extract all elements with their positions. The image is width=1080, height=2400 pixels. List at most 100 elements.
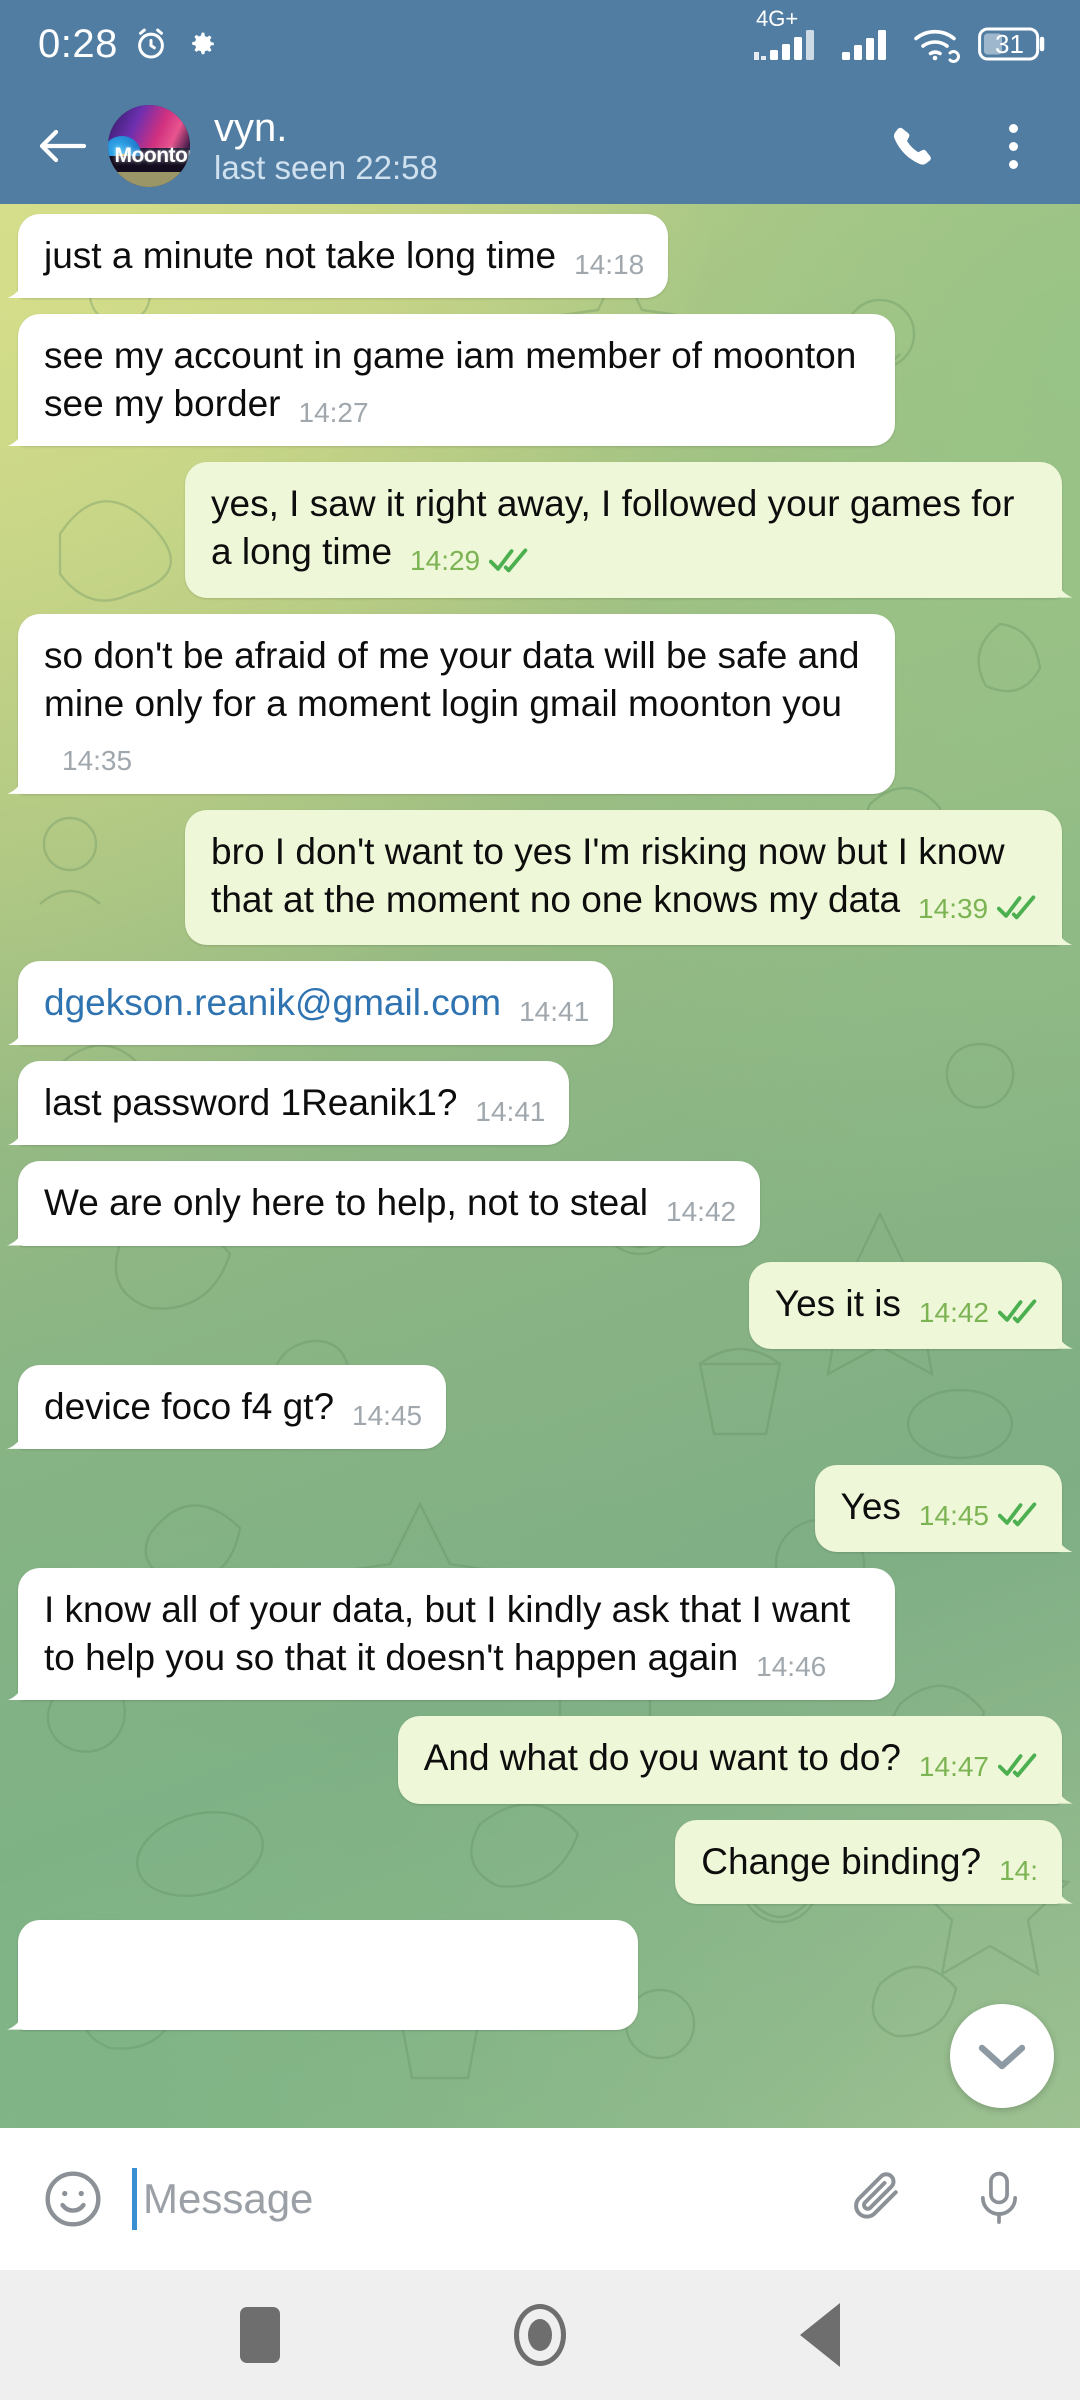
status-bar: 0:28 4G+ 31 [0,0,1080,88]
message-row: yes, I saw it right away, I followed you… [0,462,1080,598]
more-options-button[interactable] [976,109,1050,183]
network-type-label: 4G+ [756,6,799,31]
read-receipt-double-check-icon [997,885,1037,933]
message-timestamp: 14:42 [918,1296,989,1328]
attach-button[interactable] [838,2160,916,2238]
nav-back-button[interactable] [760,2290,880,2380]
read-receipt-double-check-icon [997,1289,1038,1337]
more-vertical-icon [1008,123,1018,169]
status-bar-right: 4G+ 31 [754,6,1048,63]
message-timestamp: 14:46 [756,1651,827,1683]
message-timestamp: 14:45 [918,1499,989,1531]
message-row: Yes 14:45 [0,1464,1080,1553]
outgoing-message-bubble[interactable]: bro I don't want to yes I'm risking now … [185,809,1062,946]
recents-square-icon [240,2307,280,2363]
incoming-message-bubble[interactable]: We are only here to help, not to steal 14… [18,1161,761,1246]
message-timestamp: 14:47 [918,1751,989,1783]
message-row: Yes it is 14:42 [0,1261,1080,1349]
message-text: Change binding? [701,1840,982,1882]
outgoing-message-bubble[interactable]: And what do you want to do? 14:47 [397,1716,1062,1804]
contact-name: vyn. [214,105,288,150]
message-timestamp: 14:29 [410,545,481,577]
message-meta: 14:39 [918,885,1037,933]
paperclip-icon [854,2172,898,2219]
android-nav-bar [0,2270,1080,2400]
incoming-message-bubble[interactable]: see my account in game iam member of moo… [18,314,895,447]
message-row: Change binding? 14: [0,1819,1080,1904]
recents-button[interactable] [200,2290,320,2380]
message-list: just a minute not take long time 14:18 see… [0,204,1080,2128]
message-text: so don't be afraid of me your data will … [44,634,860,724]
outgoing-message-bubble[interactable]: Yes 14:45 [814,1464,1062,1553]
message-meta: 14: [999,1853,1038,1889]
incoming-message-bubble[interactable]: so don't be afraid of me your data will … [18,613,895,794]
voice-record-button[interactable] [960,2160,1038,2238]
chat-title-block[interactable]: vyn. last seen 22:58 [214,107,876,186]
read-receipt-double-check-icon [489,538,529,586]
chat-area[interactable]: just a minute not take long time 14:18 see… [0,204,1080,2128]
message-text: device foco f4 gt? [44,1385,335,1427]
incoming-message-bubble[interactable]: dgekson.reanik@gmail.com 14:41 [18,961,614,1046]
message-input-bar[interactable]: Message [0,2128,1080,2270]
signal-bars-icon-2 [842,26,898,62]
outgoing-message-bubble[interactable]: Change binding? 14: [675,1819,1062,1904]
avatar-label: Moonton [114,143,190,167]
message-row: just a minute not take long time 14:18 [0,214,1080,299]
message-placeholder: Message [143,2175,314,2222]
wifi-icon [912,25,964,63]
read-receipt-double-check-icon [997,1743,1038,1791]
incoming-message-bubble[interactable]: device foco f4 gt? 14:45 [18,1364,447,1449]
message-timestamp: 14:27 [298,397,369,429]
read-receipt-double-check-icon [997,1492,1038,1540]
input-actions [838,2160,1038,2238]
emoji-button[interactable] [34,2160,112,2238]
message-meta: 14:27 [299,395,369,431]
battery-icon: 31 [978,25,1048,63]
message-row: We are only here to help, not to steal 14… [0,1161,1080,1246]
status-clock: 0:28 [38,21,118,66]
message-link[interactable]: dgekson.reanik@gmail.com [44,982,501,1023]
message-text: Yes it is [774,1282,901,1324]
battery-level-label: 31 [995,29,1024,59]
back-button[interactable] [26,110,98,182]
message-field[interactable]: Message [132,2168,838,2230]
message-text: And what do you want to do? [423,1737,901,1779]
phone-icon [893,127,931,165]
message-text: just a minute not take long time [44,235,557,276]
home-button[interactable] [480,2290,600,2380]
home-circle-icon [514,2304,566,2366]
message-text: Yes [840,1485,901,1527]
signal-bars-icon: 4G+ [754,6,828,62]
message-text: bro I don't want to yes I'm risking now … [211,830,1005,920]
message-timestamp: 14:41 [519,996,590,1028]
incoming-message-bubble-partial[interactable] [18,1919,638,2030]
outgoing-message-bubble[interactable]: yes, I saw it right away, I followed you… [185,462,1062,598]
gear-icon [184,27,218,61]
message-text: see my account in game iam member of moo… [44,335,857,425]
call-button[interactable] [876,109,950,183]
message-timestamp: 14:18 [574,249,645,280]
message-row: dgekson.reanik@gmail.com 14:41 [0,961,1080,1046]
message-timestamp: 14:41 [475,1096,546,1128]
outgoing-message-bubble[interactable]: Yes it is 14:42 [748,1261,1062,1349]
incoming-message-bubble[interactable]: last password 1Reanik1? 14:41 [18,1061,570,1146]
message-timestamp: 14:39 [918,893,989,924]
scroll-to-bottom-button[interactable] [950,2004,1054,2108]
back-arrow-icon [39,129,87,163]
status-bar-left: 0:28 [38,22,218,67]
message-meta: 14:42 [919,1289,1038,1337]
contact-status: last seen 22:58 [214,148,438,186]
message-timestamp: 14:42 [666,1196,737,1228]
message-timestamp: 14: [999,1854,1038,1886]
message-row-partial [0,1919,1080,2030]
chevron-down-icon [978,2044,1026,2070]
message-meta: 14:18 [574,247,644,283]
text-cursor [132,2168,137,2230]
message-meta: 14:42 [666,1194,736,1230]
message-text: We are only here to help, not to steal [44,1182,649,1224]
incoming-message-bubble[interactable]: just a minute not take long time 14:18 [18,214,669,299]
header-actions [876,109,1050,183]
incoming-message-bubble[interactable]: I know all of your data, but I kindly as… [18,1568,895,1701]
message-row: last password 1Reanik1? 14:41 [0,1061,1080,1146]
avatar[interactable]: Moonton [108,105,190,187]
